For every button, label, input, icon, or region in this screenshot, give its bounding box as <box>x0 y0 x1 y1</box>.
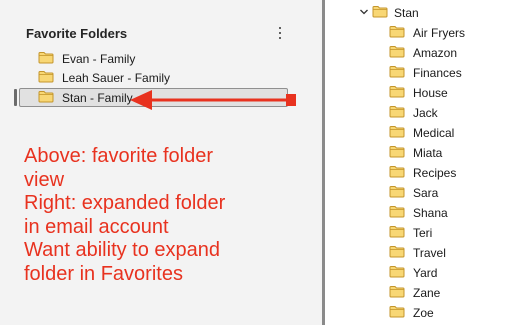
folder-icon <box>389 85 405 101</box>
folder-label: Zane <box>413 285 441 300</box>
tree-folder-house[interactable]: House <box>389 83 448 102</box>
folder-label: House <box>413 85 448 100</box>
tree-folder-shana[interactable]: Shana <box>389 203 448 222</box>
folder-icon <box>38 70 54 86</box>
tree-folder-miata[interactable]: Miata <box>389 143 442 162</box>
folder-label: Air Fryers <box>413 25 465 40</box>
chevron-down-icon[interactable] <box>359 7 369 17</box>
annotation-line: folder in Favorites <box>24 262 183 285</box>
folder-icon <box>389 285 405 301</box>
folder-label: Medical <box>413 125 455 140</box>
folder-icon <box>372 5 388 21</box>
annotation-note: Above: favorite folder view Right: expan… <box>24 145 314 286</box>
tree-folder-amazon[interactable]: Amazon <box>389 43 457 62</box>
tree-folder-recipes[interactable]: Recipes <box>389 163 456 182</box>
tree-folder-teri[interactable]: Teri <box>389 223 432 242</box>
folder-icon <box>389 265 405 281</box>
folder-label: Miata <box>413 145 443 160</box>
folder-icon <box>389 25 405 41</box>
tree-folder-zoe[interactable]: Zoe <box>389 303 434 322</box>
tree-folder-sara[interactable]: Sara <box>389 183 438 202</box>
selection-indicator <box>14 89 17 106</box>
folder-label: Travel <box>413 245 446 260</box>
annotation-line: Want ability to expand <box>24 239 221 261</box>
folder-icon <box>389 305 405 321</box>
more-options-icon[interactable] <box>274 25 286 41</box>
folder-label: Finances <box>413 65 462 80</box>
folder-label: Leah Sauer - Family <box>62 70 171 85</box>
folder-label: Shana <box>413 205 448 220</box>
folder-icon <box>389 125 405 141</box>
favorites-header: Favorite Folders <box>26 26 128 41</box>
tree-folder-yard[interactable]: Yard <box>389 263 437 282</box>
folder-label: Stan <box>394 5 419 20</box>
folder-label: Stan - Family <box>62 90 133 105</box>
folder-icon <box>389 45 405 61</box>
annotation-line: Above: favorite folder <box>24 145 213 167</box>
folder-icon <box>389 105 405 121</box>
folder-label: Teri <box>413 225 433 240</box>
tree-folder-air-fryers[interactable]: Air Fryers <box>389 23 465 42</box>
annotation-line: view <box>24 168 65 191</box>
favorite-folder-evan-family[interactable]: Evan - Family <box>38 49 135 68</box>
folder-icon <box>389 145 405 161</box>
tree-folder-travel[interactable]: Travel <box>389 243 446 262</box>
tree-folder-stan[interactable]: Stan <box>372 3 419 22</box>
folder-icon <box>38 51 54 67</box>
tree-folder-jack[interactable]: Jack <box>389 103 438 122</box>
folder-label: Amazon <box>413 45 458 60</box>
folder-icon <box>389 245 405 261</box>
favorites-pane: Favorite Folders Evan - Family Leah Saue… <box>0 0 322 325</box>
folder-label: Yard <box>413 265 438 280</box>
annotation-line: Right: expanded folder <box>24 192 226 214</box>
folder-label: Jack <box>413 105 438 120</box>
folder-icon <box>38 90 54 106</box>
folder-label: Evan - Family <box>62 51 136 66</box>
folder-icon <box>389 205 405 221</box>
folder-icon <box>389 65 405 81</box>
folder-icon <box>389 185 405 201</box>
folder-label: Zoe <box>413 305 434 320</box>
folder-icon <box>389 225 405 241</box>
folder-icon <box>389 165 405 181</box>
folder-label: Recipes <box>413 165 457 180</box>
annotation-line: in email account <box>24 215 169 238</box>
favorite-folder-stan-family[interactable]: Stan - Family <box>38 88 133 107</box>
favorite-folder-leah-sauer-family[interactable]: Leah Sauer - Family <box>38 68 170 87</box>
tree-folder-finances[interactable]: Finances <box>389 63 462 82</box>
tree-folder-zane[interactable]: Zane <box>389 283 440 302</box>
tree-folder-medical[interactable]: Medical <box>389 123 454 142</box>
folder-label: Sara <box>413 185 439 200</box>
